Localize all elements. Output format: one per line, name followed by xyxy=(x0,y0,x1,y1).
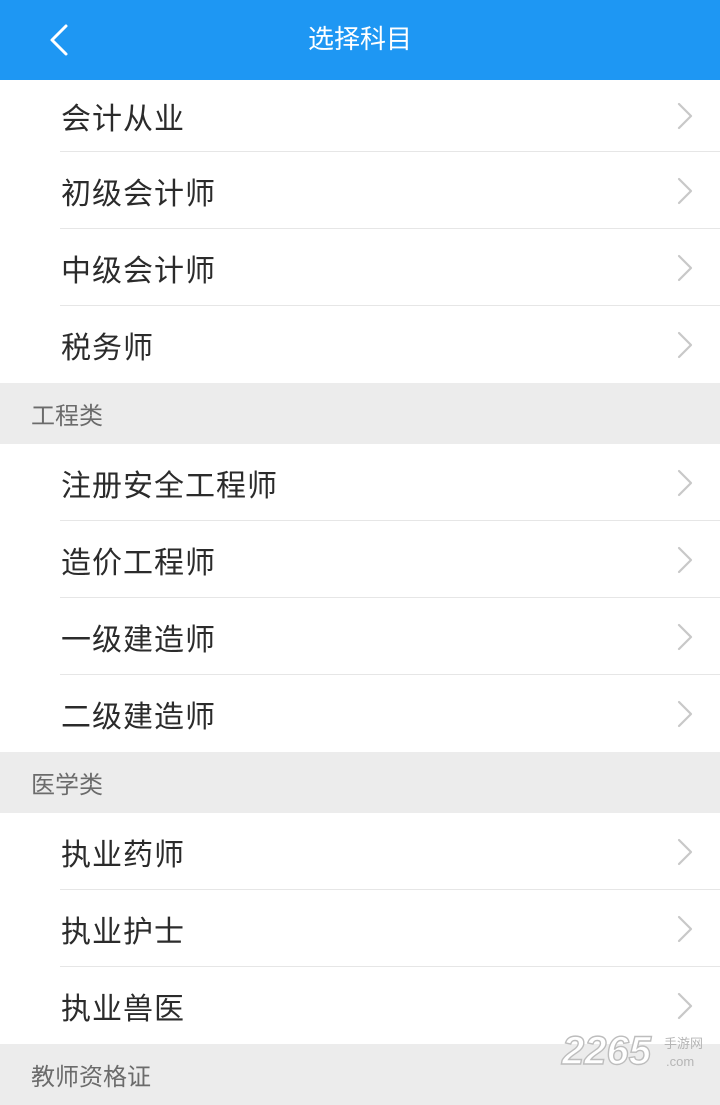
list-item-label: 注册安全工程师 xyxy=(61,468,278,504)
section-header-label: 医学类 xyxy=(31,771,103,799)
list-item-label: 造价工程师 xyxy=(61,545,216,581)
chevron-left-icon xyxy=(50,24,68,56)
chevron-right-icon xyxy=(677,102,693,130)
list-item[interactable]: 二级建造师 xyxy=(0,675,720,752)
section-header: 教师资格证 xyxy=(0,1044,720,1105)
section-header-label: 工程类 xyxy=(31,402,103,430)
chevron-right-icon xyxy=(677,992,693,1019)
list-item[interactable]: 执业兽医 xyxy=(0,967,720,1044)
list-item-label: 中级会计师 xyxy=(61,253,216,289)
list-item-label: 初级会计师 xyxy=(61,176,216,212)
list-item-label: 执业兽医 xyxy=(61,991,185,1027)
list-item-label: 会计从业 xyxy=(61,102,185,137)
chevron-right-icon xyxy=(677,331,693,358)
list-item-label: 执业护士 xyxy=(61,914,185,950)
chevron-right-icon xyxy=(677,700,693,727)
list-item-label: 执业药师 xyxy=(61,837,185,873)
list-item-label: 税务师 xyxy=(61,330,154,366)
list-item[interactable]: 初级会计师 xyxy=(0,152,720,229)
chevron-right-icon xyxy=(677,254,693,281)
list-item-label: 一级建造师 xyxy=(61,622,216,658)
list-item[interactable]: 注册安全工程师 xyxy=(0,444,720,521)
section-header-label: 教师资格证 xyxy=(31,1063,151,1091)
chevron-right-icon xyxy=(677,915,693,942)
back-button[interactable] xyxy=(38,18,82,62)
list-item[interactable]: 执业药师 xyxy=(0,813,720,890)
app-header: 选择科目 xyxy=(0,0,720,80)
list-item[interactable]: 税务师 xyxy=(0,306,720,383)
list-item[interactable]: 中级会计师 xyxy=(0,229,720,306)
chevron-right-icon xyxy=(677,469,693,496)
list-item-label: 二级建造师 xyxy=(61,699,216,735)
chevron-right-icon xyxy=(677,623,693,650)
section-header: 工程类 xyxy=(0,383,720,444)
list-item[interactable]: 造价工程师 xyxy=(0,521,720,598)
page-title: 选择科目 xyxy=(307,25,412,55)
chevron-right-icon xyxy=(677,838,693,865)
list-item[interactable]: 会计从业 xyxy=(0,80,720,152)
chevron-right-icon xyxy=(677,177,693,204)
subject-list: 会计从业 初级会计师 中级会计师 税务师 工程类 注册安全工程师 造价工程师 一… xyxy=(0,80,720,1105)
section-header: 医学类 xyxy=(0,752,720,813)
list-item[interactable]: 执业护士 xyxy=(0,890,720,967)
chevron-right-icon xyxy=(677,546,693,573)
list-item[interactable]: 一级建造师 xyxy=(0,598,720,675)
